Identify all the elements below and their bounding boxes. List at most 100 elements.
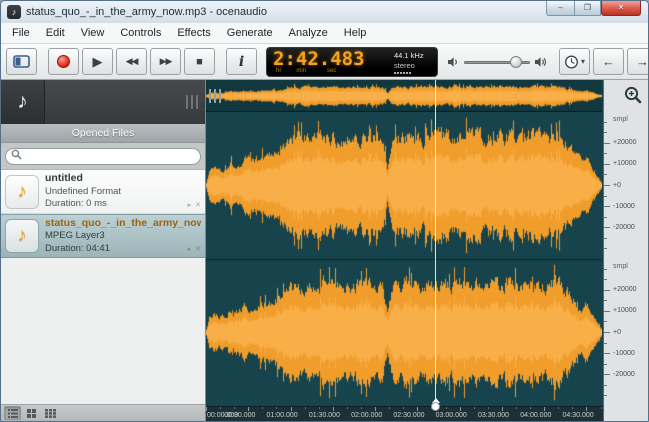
scale-minor-tick: [604, 343, 607, 344]
ruler-tick: [446, 407, 447, 409]
file-format: MPEG Layer3: [45, 230, 201, 242]
small-icons-view-button[interactable]: [23, 406, 40, 420]
menubar: FileEditViewControlsEffectsGenerateAnaly…: [1, 23, 648, 44]
content: ♪ Opened Files ♪untitledUndefined Format…: [1, 80, 648, 421]
scale-tick: [604, 353, 610, 354]
fast-forward-button[interactable]: ▶▶: [150, 48, 181, 75]
ruler-tick: [206, 407, 207, 411]
unit-hr-label: hr: [276, 68, 281, 75]
play-item-icon[interactable]: ▸: [188, 201, 192, 209]
play-button[interactable]: ▶: [82, 48, 113, 75]
window-title: status_quo_-_in_the_army_now.mp3 - ocena…: [26, 6, 267, 18]
app-window: ♪ status_quo_-_in_the_army_now.mp3 - oce…: [0, 0, 649, 422]
nav-forward-button[interactable]: →: [627, 48, 649, 75]
file-item[interactable]: ♪status_quo_-_in_the_army_now....MPEG La…: [1, 214, 205, 258]
menu-generate[interactable]: Generate: [219, 24, 281, 42]
close-item-icon[interactable]: ✕: [195, 245, 201, 253]
waveform-area[interactable]: 00:00.00000:30.00001:00.00001:30.00002:0…: [206, 80, 603, 421]
toggle-sidebar-button[interactable]: [6, 48, 37, 75]
scale-minor-tick: [604, 217, 607, 218]
menu-effects[interactable]: Effects: [169, 24, 218, 42]
close-item-icon[interactable]: ✕: [195, 201, 201, 209]
stop-icon: ■: [196, 56, 203, 68]
ruler-tick: [558, 407, 559, 409]
menu-analyze[interactable]: Analyze: [281, 24, 336, 42]
ruler-tick: [305, 407, 306, 409]
audio-format-info: 44.1 kHz stereo: [390, 50, 432, 75]
unit-min-label: min: [296, 68, 306, 75]
menu-view[interactable]: View: [73, 24, 113, 42]
scale-value-label: +10000: [613, 160, 637, 168]
ruler-time-label: 02:30.000: [393, 412, 424, 419]
time-format-button[interactable]: ▾: [559, 48, 590, 75]
sidebar-footer: [1, 404, 205, 421]
rewind-button[interactable]: ◀◀: [116, 48, 147, 75]
titlebar[interactable]: ♪ status_quo_-_in_the_army_now.mp3 - oce…: [1, 1, 648, 23]
detail-view-button[interactable]: [4, 406, 21, 420]
menu-file[interactable]: File: [4, 24, 38, 42]
time-display-panel: 2:42.483 hr min sec 44.1 kHz stereo: [266, 47, 438, 77]
overview-grip[interactable]: [209, 89, 221, 103]
file-duration: Duration: 0 ms: [45, 198, 121, 210]
stop-button[interactable]: ■: [184, 48, 215, 75]
ruler-tick: [474, 407, 475, 409]
music-note-icon: ♪: [1, 80, 45, 124]
search-input[interactable]: [5, 148, 201, 165]
record-button[interactable]: [48, 48, 79, 75]
scale-tick: [604, 311, 610, 312]
ruler-tick: [488, 407, 489, 409]
scale-tick: [604, 185, 610, 186]
ruler-tick: [572, 407, 573, 409]
time-display[interactable]: 2:42.483: [273, 50, 390, 68]
zoom-in-icon: [623, 85, 643, 105]
amplitude-scale[interactable]: smpl+20000+10000+0-10000-20000smpl+20000…: [603, 80, 648, 421]
menu-edit[interactable]: Edit: [38, 24, 73, 42]
large-icons-view-button[interactable]: [42, 406, 59, 420]
ruler-time-label: 03:00.000: [436, 412, 467, 419]
volume-low-icon: [447, 56, 460, 68]
close-button[interactable]: ✕: [601, 1, 641, 16]
volume-high-icon: [534, 56, 548, 68]
play-item-icon[interactable]: ▸: [188, 245, 192, 253]
file-name: status_quo_-_in_the_army_now....: [45, 217, 201, 231]
file-actions: ▸✕: [188, 201, 201, 209]
chevron-down-icon: ▾: [581, 57, 585, 66]
overview-waveform[interactable]: [206, 80, 602, 112]
maximize-button[interactable]: ❐: [574, 1, 601, 16]
minimize-button[interactable]: –: [546, 1, 574, 16]
file-name: untitled: [45, 172, 121, 186]
scale-minor-tick: [604, 269, 607, 270]
large-grid-icon: [45, 409, 56, 418]
splitter-grip[interactable]: [186, 95, 198, 109]
scale-minor-tick: [604, 122, 607, 123]
audio-file-icon: ♪: [5, 175, 39, 209]
scale-unit-label: smpl: [613, 116, 628, 124]
file-format: Undefined Format: [45, 186, 121, 198]
main-waveform[interactable]: [206, 112, 602, 406]
ruler-tick: [333, 407, 334, 411]
file-item[interactable]: ♪ untitledUndefined FormatDuration: 0 ms ▸…: [1, 170, 205, 214]
ruler-tick: [601, 407, 602, 409]
ruler-tick: [220, 407, 221, 409]
playhead-marker[interactable]: [431, 398, 440, 411]
scale-value-label: -10000: [613, 203, 635, 211]
ruler-tick: [502, 407, 503, 411]
scale-minor-tick: [604, 385, 607, 386]
nav-back-button[interactable]: ←: [593, 48, 624, 75]
ruler-tick: [403, 407, 404, 409]
sample-rate-label: 44.1 kHz: [394, 51, 432, 60]
menu-help[interactable]: Help: [336, 24, 375, 42]
search-icon: [11, 149, 22, 160]
zoom-button[interactable]: [622, 84, 644, 106]
ruler-time-label: 01:00.000: [267, 412, 298, 419]
menu-controls[interactable]: Controls: [112, 24, 169, 42]
scale-value-label: +20000: [613, 286, 637, 294]
time-ruler[interactable]: 00:00.00000:30.00001:00.00001:30.00002:0…: [206, 406, 603, 421]
toolbar: ▶ ◀◀ ▶▶ ■ i 2:42.483 hr min sec 44.: [1, 44, 648, 80]
scale-value-label: +0: [613, 329, 621, 337]
volume-slider-knob[interactable]: [510, 56, 522, 68]
info-button[interactable]: i: [226, 48, 257, 75]
volume-slider[interactable]: [464, 55, 530, 69]
play-icon: ▶: [93, 54, 103, 70]
app-icon: ♪: [7, 5, 21, 19]
